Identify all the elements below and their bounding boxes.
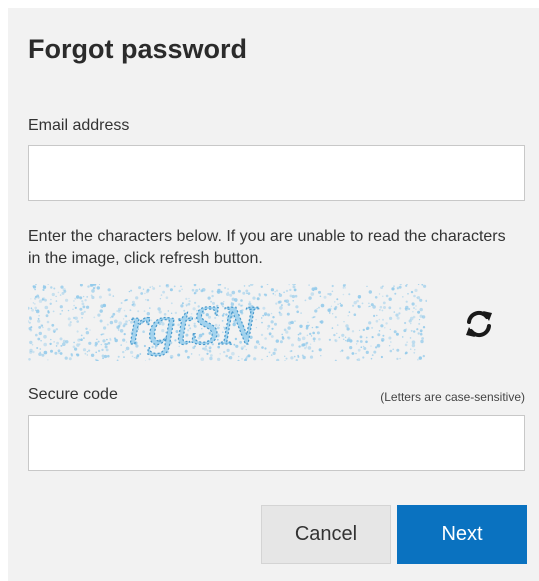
captcha-image: rgtSN bbox=[28, 284, 427, 361]
refresh-captcha-button[interactable] bbox=[462, 307, 496, 341]
forgot-password-panel: Forgot password Email address Enter the … bbox=[8, 8, 539, 581]
email-field[interactable] bbox=[28, 145, 525, 201]
next-button[interactable]: Next bbox=[397, 505, 527, 564]
captcha-noise: rgtSN bbox=[28, 284, 427, 361]
refresh-icon bbox=[466, 310, 492, 338]
case-sensitive-hint: (Letters are case-sensitive) bbox=[380, 390, 525, 404]
captcha-instructions: Enter the characters below. If you are u… bbox=[28, 228, 506, 267]
cancel-button[interactable]: Cancel bbox=[261, 505, 391, 564]
email-label: Email address bbox=[28, 117, 130, 134]
secure-code-label: Secure code bbox=[28, 386, 118, 403]
captcha-text: rgtSN bbox=[128, 295, 259, 357]
page-title: Forgot password bbox=[28, 34, 248, 64]
secure-code-field[interactable] bbox=[28, 415, 525, 471]
